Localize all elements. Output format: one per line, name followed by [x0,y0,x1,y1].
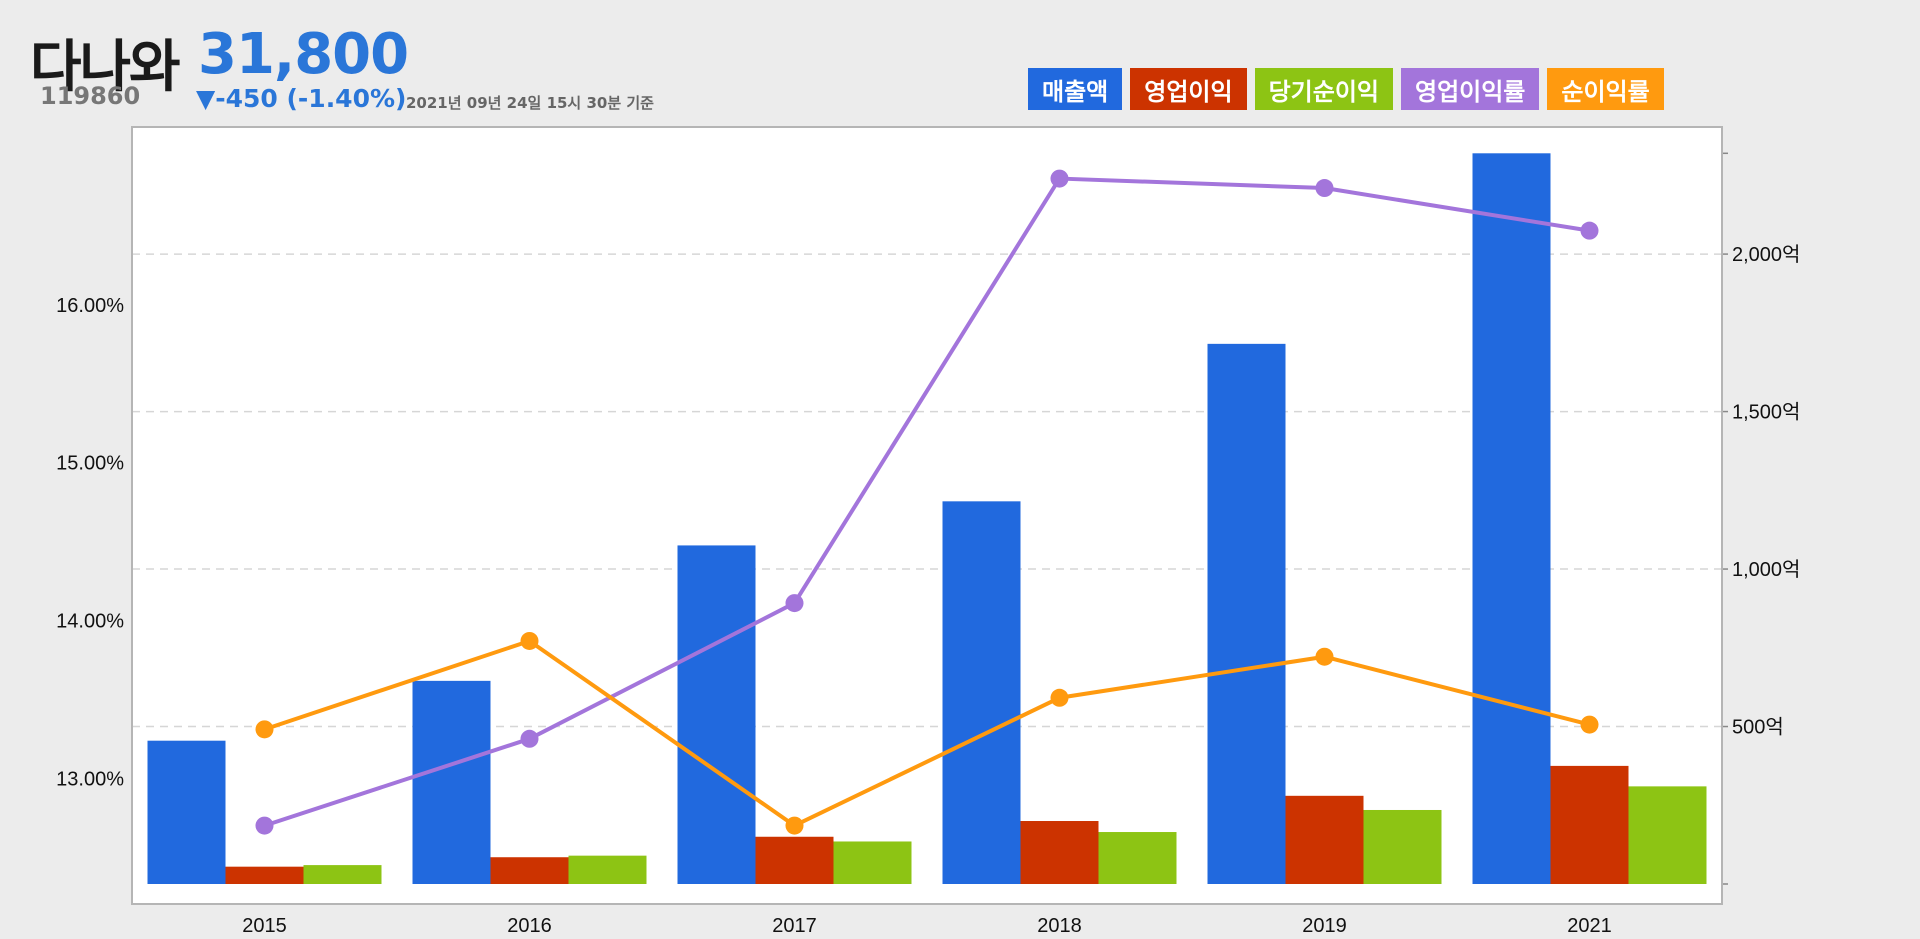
x-tick-label: 2021 [1567,915,1612,937]
bar-operating-profit-2018 [1020,821,1099,884]
bar-net-income-2016 [568,855,647,884]
bar-revenue-2019 [1207,343,1286,885]
right-tick-label: 1,000억 [1732,558,1800,581]
bar-operating-profit-2021 [1550,765,1629,884]
bar-revenue-2017 [677,545,756,884]
left-tick-label: 16.00% [56,295,124,317]
right-tick-label: 500억 [1732,716,1784,739]
left-tick-label: 14.00% [56,610,124,632]
point-operating-margin-2021 [1580,221,1599,240]
x-tick-label: 2018 [1037,915,1082,937]
x-tick-label: 2015 [242,915,287,937]
bar-net-income-2021 [1628,786,1707,884]
financial-chart: 2015 2016 2017 2018 2019 2021 13.00% 14.00% 15.0… [56,127,1800,937]
bar-revenue-2021 [1472,153,1551,885]
bar-revenue-2018 [942,501,1021,884]
bar-operating-profit-2016 [490,857,569,884]
x-tick-label: 2017 [772,915,817,937]
bar-operating-profit-2017 [755,836,834,884]
bar-operating-profit-2015 [225,866,304,884]
point-net-margin-2017 [785,816,804,835]
point-net-margin-2019 [1315,647,1334,666]
point-operating-margin-2016 [520,729,539,748]
bar-net-income-2019 [1363,809,1442,884]
x-tick-label: 2016 [507,915,552,937]
point-operating-margin-2017 [785,594,804,613]
left-tick-label: 15.00% [56,453,124,475]
bar-net-income-2017 [833,841,912,884]
point-net-margin-2021 [1580,715,1599,734]
bar-revenue-2015 [147,740,226,884]
bar-net-income-2015 [303,865,382,884]
point-operating-margin-2018 [1050,169,1069,188]
right-tick-label: 2,000억 [1732,243,1800,266]
bar-operating-profit-2019 [1285,795,1364,884]
point-operating-margin-2019 [1315,179,1334,198]
point-net-margin-2018 [1050,688,1069,707]
point-operating-margin-2015 [255,816,274,835]
left-tick-label: 13.00% [56,768,124,790]
bar-net-income-2018 [1098,832,1177,884]
right-tick-label: 1,500억 [1732,401,1800,424]
x-tick-label: 2019 [1302,915,1347,937]
point-net-margin-2015 [255,720,274,739]
point-net-margin-2016 [520,631,539,650]
bar-revenue-2016 [412,680,491,884]
